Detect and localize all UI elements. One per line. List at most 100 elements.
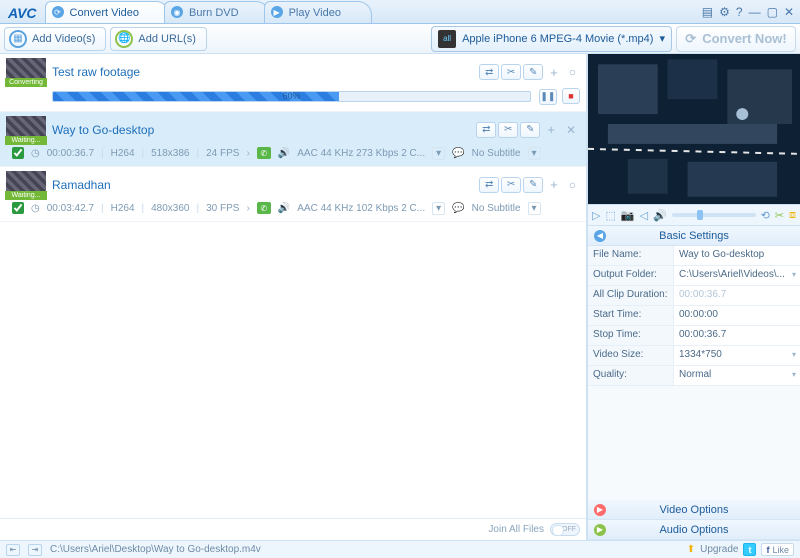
convert-arrow-icon: ⟳ (685, 31, 696, 47)
item-subtitle: No Subtitle (472, 148, 521, 159)
start-time-field[interactable]: 00:00:00 (674, 306, 800, 325)
main-area: Converting Test raw footage ⇄ ✂ ✎ + ○ 60… (0, 54, 800, 540)
snapshot-icon[interactable]: 📷 (621, 209, 635, 222)
scissors-icon[interactable]: ✂ (501, 64, 521, 80)
help-icon[interactable]: ? (736, 5, 743, 19)
swap-icon[interactable]: ⇄ (476, 122, 496, 138)
add-icon[interactable]: + (545, 177, 563, 192)
file-name-field[interactable]: Way to Go-desktop (674, 246, 800, 265)
output-profile-selector[interactable]: all Apple iPhone 6 MPEG-4 Movie (*.mp4) … (431, 26, 672, 52)
crop-icon[interactable]: ⧈ (789, 209, 796, 222)
setting-key: File Name: (588, 246, 674, 265)
upgrade-link[interactable]: Upgrade (700, 544, 738, 555)
tab-label: Burn DVD (189, 7, 239, 19)
preview-image (588, 54, 800, 204)
section-title: Audio Options (659, 524, 728, 536)
chevron-down-icon: ▾ (792, 270, 796, 279)
convert-now-button[interactable]: ⟳ Convert Now! (676, 26, 796, 52)
rotate-icon[interactable]: ⟲ (761, 209, 770, 222)
wand-icon[interactable]: ✎ (520, 122, 540, 138)
chevron-right-icon[interactable]: › (246, 203, 249, 214)
item-checkbox[interactable] (12, 147, 24, 159)
output-folder-field[interactable]: C:\Users\Ariel\Videos\...▾ (674, 266, 800, 285)
item-fps: 30 FPS (206, 203, 239, 214)
status-bar: ⇤ ⇥ C:\Users\Ariel\Desktop\Way to Go-des… (0, 540, 800, 558)
volume-icon[interactable]: 🔊 (653, 209, 667, 222)
audio-options-header[interactable]: ▶ Audio Options (588, 520, 800, 540)
tab-convert-video[interactable]: ⟳ Convert Video (45, 1, 171, 23)
up-arrow-icon: ⬆ (687, 544, 695, 555)
chevron-down-icon: ▾ (792, 350, 796, 359)
thumbnail: Converting (6, 58, 46, 86)
video-size-field[interactable]: 1334*750▾ (674, 346, 800, 365)
tab-burn-dvd[interactable]: ◉ Burn DVD (164, 1, 270, 23)
tab-play-video[interactable]: ▶ Play Video (264, 1, 372, 23)
wand-icon[interactable]: ✎ (523, 177, 543, 193)
add-urls-button[interactable]: 🌐 Add URL(s) (110, 27, 206, 51)
stop-icon[interactable]: ⬚ (605, 209, 615, 222)
audio-dropdown[interactable]: ▾ (432, 202, 445, 215)
profile-icon: all (438, 30, 456, 48)
remove-icon[interactable]: ✕ (562, 123, 580, 137)
audio-dropdown[interactable]: ▾ (432, 147, 445, 160)
list-footer: Join All Files OFF (0, 518, 586, 540)
add-icon[interactable]: + (542, 122, 560, 137)
chevron-left-icon[interactable]: ◁ (640, 209, 648, 222)
menu-icon[interactable]: ▤ (702, 5, 713, 19)
next-file-icon[interactable]: ⇥ (28, 544, 42, 556)
thumbnail: Waiting... (6, 116, 46, 144)
subtitle-dropdown[interactable]: ▾ (528, 202, 541, 215)
chevron-right-icon[interactable]: › (246, 148, 249, 159)
quality-field[interactable]: Normal▾ (674, 366, 800, 385)
setting-key: Output Folder: (588, 266, 674, 285)
add-videos-button[interactable]: ▦ Add Video(s) (4, 27, 106, 51)
section-title: Basic Settings (659, 230, 729, 242)
disc-icon: ◉ (171, 6, 183, 18)
tab-label: Convert Video (70, 7, 140, 19)
play-icon[interactable]: ▷ (592, 209, 600, 222)
basic-settings-header[interactable]: ◀ Basic Settings (588, 226, 800, 246)
add-icon[interactable]: + (545, 65, 563, 80)
minimize-icon[interactable]: — (749, 5, 761, 19)
status-badge: Waiting... (5, 136, 47, 145)
close-icon[interactable]: ✕ (784, 5, 794, 19)
swap-icon[interactable]: ⇄ (479, 64, 499, 80)
phone-icon: ✆ (257, 147, 271, 159)
remove-icon[interactable]: ○ (565, 178, 580, 192)
remove-icon[interactable]: ○ (565, 65, 580, 79)
tab-label: Play Video (289, 7, 341, 19)
status-badge: Waiting... (5, 191, 47, 200)
join-all-toggle[interactable]: OFF (550, 523, 580, 536)
maximize-icon[interactable]: ▢ (767, 5, 778, 19)
item-subtitle: No Subtitle (472, 203, 521, 214)
stop-button[interactable]: ■ (562, 88, 580, 104)
globe-plus-icon: 🌐 (115, 30, 133, 48)
file-list: Converting Test raw footage ⇄ ✂ ✎ + ○ 60… (0, 54, 586, 518)
video-options-header[interactable]: ▶ Video Options (588, 500, 800, 520)
chevron-down-icon: ▾ (792, 370, 796, 379)
subtitle-dropdown[interactable]: ▾ (528, 147, 541, 160)
item-actions: ⇄ ✂ ✎ + ○ (479, 177, 580, 193)
volume-slider[interactable] (672, 213, 756, 217)
subtitle-icon: 💬 (452, 148, 464, 159)
list-item[interactable]: Waiting... Ramadhan ⇄ ✂ ✎ + ○ ◷ 00:03:42… (0, 167, 586, 222)
item-actions: ⇄ ✂ ✎ + ✕ (476, 122, 580, 138)
prev-file-icon[interactable]: ⇤ (6, 544, 20, 556)
scissors-icon[interactable]: ✂ (501, 177, 521, 193)
item-checkbox[interactable] (12, 202, 24, 214)
swap-icon[interactable]: ⇄ (479, 177, 499, 193)
section-title: Video Options (660, 504, 729, 516)
pause-button[interactable]: ❚❚ (539, 89, 557, 105)
wand-icon[interactable]: ✎ (523, 64, 543, 80)
list-item[interactable]: Waiting... Way to Go-desktop ⇄ ✂ ✎ + ✕ ◷… (0, 112, 586, 167)
video-preview[interactable] (588, 54, 800, 204)
item-actions: ⇄ ✂ ✎ + ○ (479, 64, 580, 80)
list-item[interactable]: Converting Test raw footage ⇄ ✂ ✎ + ○ 60… (0, 54, 586, 112)
play-icon: ▶ (271, 6, 283, 18)
stop-time-field[interactable]: 00:00:36.7 (674, 326, 800, 345)
scissors-icon[interactable]: ✂ (498, 122, 518, 138)
twitter-button[interactable]: t (743, 543, 756, 556)
facebook-like-button[interactable]: fLike (761, 543, 794, 556)
gear-icon[interactable]: ⚙ (719, 5, 730, 19)
cut-icon[interactable]: ✂ (775, 209, 784, 222)
